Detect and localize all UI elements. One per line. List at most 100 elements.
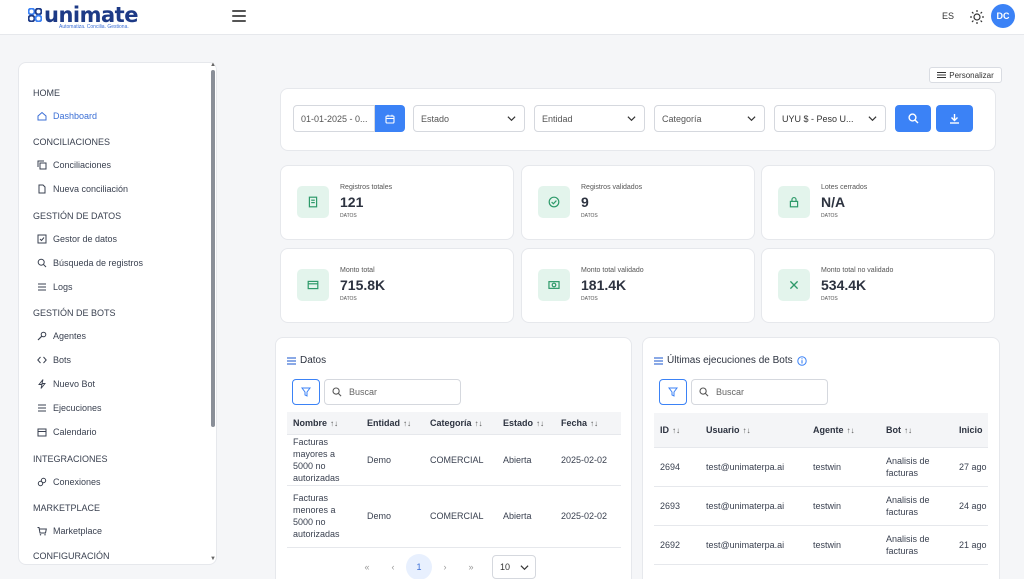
- sidebar-item-conexiones[interactable]: Conexiones: [37, 474, 101, 490]
- entidad-select-value: Entidad: [542, 113, 573, 124]
- column-header[interactable]: Bot ↑↓: [880, 413, 953, 448]
- sort-icon[interactable]: ↑↓: [743, 426, 751, 435]
- sidebar-item-marketplace[interactable]: Marketplace: [37, 523, 102, 539]
- column-header[interactable]: Nombre ↑↓: [287, 412, 361, 435]
- stat-card: Monto total validado 181.4K DATOS: [521, 248, 755, 323]
- column-header[interactable]: Inicio: [953, 413, 988, 448]
- bots-table-wrapper[interactable]: ID ↑↓ Usuario ↑↓ Agente ↑↓ Bot ↑↓ Inicio 2694 test…: [654, 413, 988, 579]
- column-header[interactable]: Categoría ↑↓: [424, 412, 497, 435]
- sidebar-item-búsqueda-de-registros[interactable]: Búsqueda de registros: [37, 255, 143, 271]
- first-page-button[interactable]: «: [354, 554, 380, 579]
- datos-filter-button[interactable]: [292, 379, 320, 405]
- column-header[interactable]: Fecha ↑↓: [555, 412, 621, 435]
- datos-search-input[interactable]: Buscar: [324, 379, 461, 405]
- bots-filter-button[interactable]: [659, 379, 687, 405]
- column-header-label: Categoría: [430, 417, 472, 428]
- sidebar-item-logs[interactable]: Logs: [37, 279, 73, 295]
- column-header[interactable]: Estado ↑↓: [497, 412, 555, 435]
- stat-value: 9: [581, 194, 589, 210]
- personalizar-button[interactable]: Personalizar: [929, 67, 1002, 83]
- bots-search-input[interactable]: Buscar: [691, 379, 828, 405]
- unimate-logo[interactable]: unimate Automatiza. Concilia. Gestiona.: [28, 3, 138, 31]
- stat-icon-box: [297, 269, 329, 301]
- stat-label: Lotes cerrados: [821, 184, 868, 191]
- stat-icon-box: [297, 186, 329, 218]
- info-icon[interactable]: [796, 355, 807, 366]
- sidebar-scrollbar[interactable]: [211, 70, 215, 427]
- column-header-label: Entidad: [367, 417, 400, 428]
- rows-per-page-value: 10: [500, 562, 511, 572]
- table-row[interactable]: 2694 test@unimaterpa.ai testwin Analisis de…: [654, 447, 988, 487]
- menu-toggle-button[interactable]: [232, 10, 246, 22]
- estado-select[interactable]: Estado: [413, 105, 525, 132]
- table-cell: 2025-02-02: [555, 434, 621, 486]
- sidebar-item-nueva-conciliación[interactable]: Nueva conciliación: [37, 181, 128, 197]
- scroll-up-arrow-icon[interactable]: ▲: [210, 62, 216, 68]
- table-cell: 2692: [654, 525, 700, 565]
- wrench-icon: [37, 331, 47, 341]
- currency-select[interactable]: UYU $ - Peso U...: [774, 105, 886, 132]
- page-button-current[interactable]: 1: [406, 554, 432, 579]
- rows-per-page-select[interactable]: 10: [492, 555, 536, 579]
- table-cell: COMERCIAL: [424, 485, 497, 548]
- sidebar-item-conciliaciones[interactable]: Conciliaciones: [37, 157, 111, 173]
- table-cell: [807, 564, 880, 579]
- date-range-input[interactable]: 01-01-2025 - 0...: [293, 105, 375, 132]
- table-cell: 24 ago: [953, 486, 988, 526]
- sidebar-item-bots[interactable]: Bots: [37, 352, 71, 368]
- table-row[interactable]: Facturas mayores a 5000 no autorizadas De…: [287, 434, 621, 486]
- document-icon: [308, 196, 318, 208]
- entidad-select[interactable]: Entidad: [534, 105, 645, 132]
- stat-value: 715.8K: [340, 277, 386, 293]
- table-row[interactable]: Analisis de: [654, 564, 988, 579]
- categoria-select-value: Categoría: [662, 113, 702, 124]
- download-button[interactable]: [936, 105, 973, 132]
- user-avatar[interactable]: DC: [991, 4, 1015, 28]
- sort-icon[interactable]: ↑↓: [590, 419, 598, 428]
- table-header-row: ID ↑↓ Usuario ↑↓ Agente ↑↓ Bot ↑↓ Inicio: [654, 413, 988, 448]
- sidebar-section-title: HOME: [33, 88, 60, 98]
- search-button[interactable]: [895, 105, 931, 132]
- calendar-button[interactable]: [375, 105, 405, 132]
- sort-icon[interactable]: ↑↓: [475, 419, 483, 428]
- column-header[interactable]: ID ↑↓: [654, 413, 700, 448]
- column-header[interactable]: Entidad ↑↓: [361, 412, 424, 435]
- sidebar-item-ejecuciones[interactable]: Ejecuciones: [37, 400, 102, 416]
- table-cell: Abierta: [497, 485, 555, 548]
- x-icon: [789, 280, 799, 290]
- column-header[interactable]: Usuario ↑↓: [700, 413, 807, 448]
- sidebar-item-label: Nuevo Bot: [53, 379, 96, 389]
- language-selector[interactable]: ES: [942, 11, 954, 21]
- sort-icon[interactable]: ↑↓: [672, 426, 680, 435]
- sidebar-item-dashboard[interactable]: Dashboard: [37, 108, 97, 124]
- sort-icon[interactable]: ↑↓: [847, 426, 855, 435]
- stat-unit: DATOS: [581, 213, 598, 219]
- stat-value: 121: [340, 194, 364, 210]
- sidebar-item-nuevo-bot[interactable]: Nuevo Bot: [37, 376, 95, 392]
- table-row[interactable]: 2693 test@unimaterpa.ai testwin Analisis de…: [654, 486, 988, 526]
- table-cell: 2025-02-02: [555, 485, 621, 548]
- sun-icon[interactable]: [970, 10, 984, 24]
- sort-icon[interactable]: ↑↓: [330, 419, 338, 428]
- sort-icon[interactable]: ↑↓: [536, 419, 544, 428]
- column-header[interactable]: Agente ↑↓: [807, 413, 880, 448]
- table-row[interactable]: 2692 test@unimaterpa.ai testwin Analisis de…: [654, 525, 988, 565]
- table-cell: testwin: [807, 525, 880, 565]
- sidebar-item-label: Bots: [53, 355, 72, 365]
- categoria-select[interactable]: Categoría: [654, 105, 765, 132]
- sidebar-item-agentes[interactable]: Agentes: [37, 328, 86, 344]
- next-page-button[interactable]: ›: [432, 554, 458, 579]
- credit-card-icon: [307, 280, 319, 290]
- sort-icon[interactable]: ↑↓: [904, 426, 912, 435]
- table-cell: test@unimaterpa.ai: [700, 447, 807, 487]
- scroll-down-arrow-icon[interactable]: ▼: [210, 556, 216, 562]
- prev-page-button[interactable]: ‹: [380, 554, 406, 579]
- table-row[interactable]: Facturas menores a 5000 no autorizadas De…: [287, 485, 621, 548]
- sidebar-item-calendario[interactable]: Calendario: [37, 424, 97, 440]
- datos-title-text: Datos: [300, 355, 327, 366]
- sort-icon[interactable]: ↑↓: [403, 419, 411, 428]
- stat-unit: DATOS: [581, 296, 598, 302]
- last-page-button[interactable]: »: [458, 554, 484, 579]
- sidebar-item-gestor-de-datos[interactable]: Gestor de datos: [37, 231, 117, 247]
- table-cell: Abierta: [497, 434, 555, 486]
